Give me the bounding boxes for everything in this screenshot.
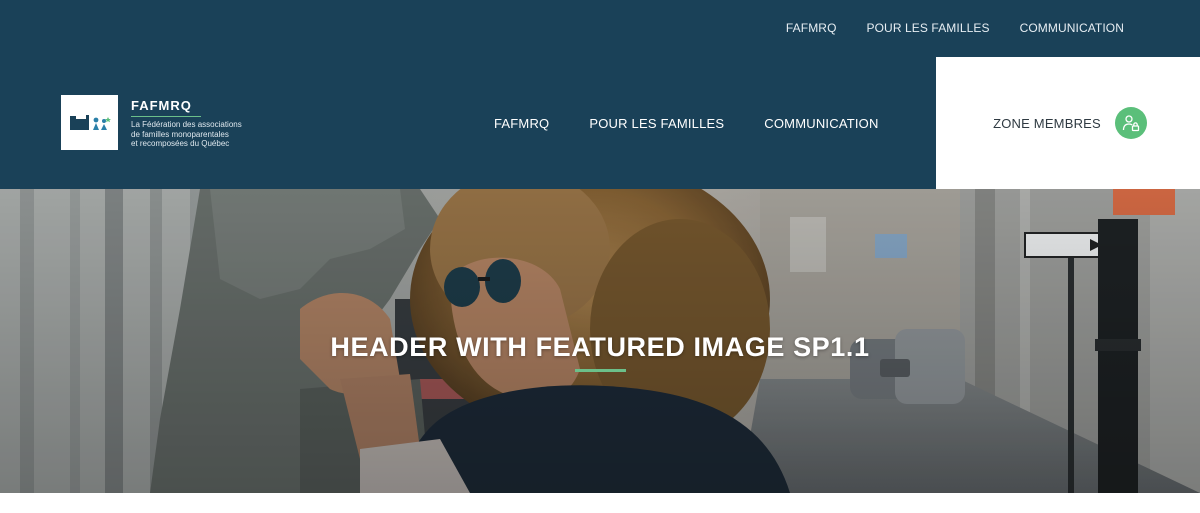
- site-logo[interactable]: FAFMRQ La Fédération des associations de…: [61, 95, 271, 150]
- utility-nav-pour-les-familles[interactable]: POUR LES FAMILLES: [867, 21, 990, 35]
- logo-mark: [61, 95, 118, 150]
- utility-nav-fafmrq[interactable]: FAFMRQ: [786, 21, 837, 35]
- members-zone-button[interactable]: ZONE MEMBRES: [936, 57, 1200, 189]
- utility-nav-communication[interactable]: COMMUNICATION: [1020, 21, 1124, 35]
- main-nav: FAFMRQ POUR LES FAMILLES COMMUNICATION: [494, 116, 879, 131]
- family-logo-icon: [69, 114, 111, 130]
- logo-subtitle-line: de familles monoparentales: [131, 129, 229, 139]
- logo-title: FAFMRQ: [131, 98, 192, 113]
- site-header: FAFMRQ POUR LES FAMILLES COMMUNICATION F…: [0, 0, 1200, 189]
- utility-nav: FAFMRQ POUR LES FAMILLES COMMUNICATION: [786, 21, 1124, 35]
- members-zone-label: ZONE MEMBRES: [993, 115, 1101, 131]
- logo-subtitle-line: La Fédération des associations: [131, 120, 242, 129]
- main-nav-communication[interactable]: COMMUNICATION: [764, 116, 878, 131]
- main-nav-pour-les-familles[interactable]: POUR LES FAMILLES: [589, 116, 724, 131]
- logo-subtitle-line: et recomposées du Québec: [131, 139, 230, 148]
- hero-title-underline: [575, 369, 626, 372]
- logo-divider: [131, 116, 201, 117]
- page: FAFMRQ POUR LES FAMILLES COMMUNICATION F…: [0, 0, 1200, 513]
- user-lock-icon: [1114, 107, 1147, 139]
- logo-text: FAFMRQ La Fédération des associations de…: [131, 98, 271, 149]
- main-nav-fafmrq[interactable]: FAFMRQ: [494, 116, 549, 131]
- logo-subtitle: La Fédération des associations de famill…: [131, 120, 271, 149]
- hero-title: HEADER WITH FEATURED IMAGE SP1.1: [330, 332, 870, 362]
